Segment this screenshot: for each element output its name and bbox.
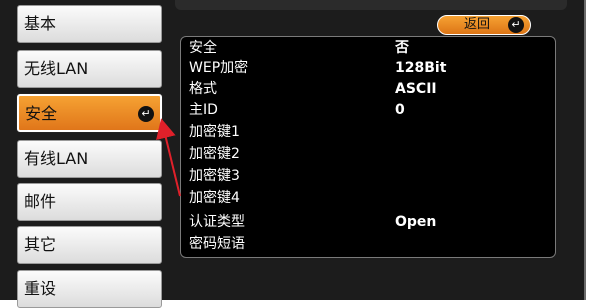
annotation-arrow: [156, 118, 181, 197]
